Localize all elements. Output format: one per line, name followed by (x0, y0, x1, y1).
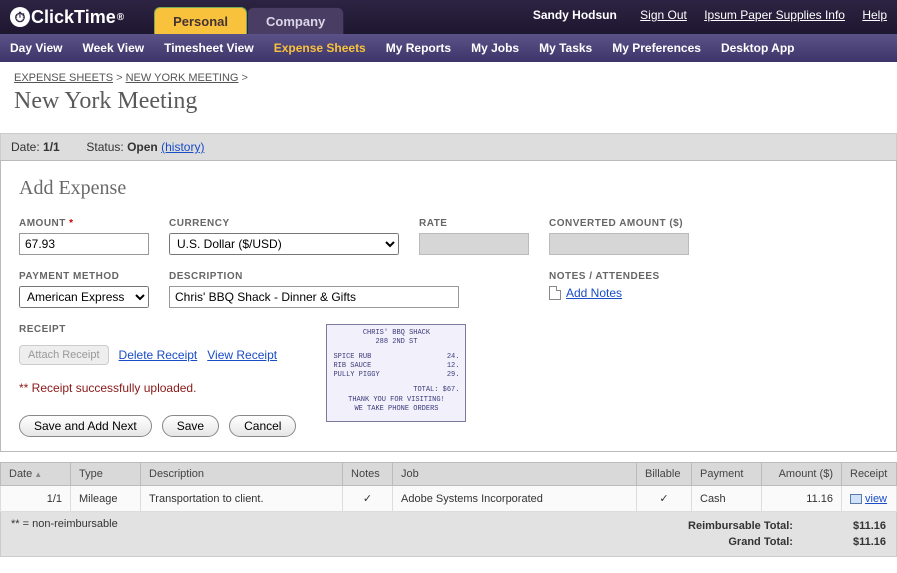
supplies-link[interactable]: Ipsum Paper Supplies Info (704, 8, 845, 22)
add-notes-link[interactable]: Add Notes (566, 286, 622, 300)
save-and-next-button[interactable]: Save and Add Next (19, 415, 152, 437)
converted-display (549, 233, 689, 255)
top-right-links: Sandy Hodsun Sign Out Ipsum Paper Suppli… (533, 8, 887, 22)
table-row[interactable]: 1/1 Mileage Transportation to client. ✓ … (1, 486, 897, 512)
nav-week-view[interactable]: Week View (82, 41, 144, 55)
form-title: Add Expense (19, 177, 878, 200)
description-label: DESCRIPTION (169, 271, 459, 282)
help-link[interactable]: Help (862, 8, 887, 22)
expense-grid: Date▲ Type Description Notes Job Billabl… (0, 462, 897, 512)
tab-personal[interactable]: Personal (154, 7, 247, 34)
history-link[interactable]: (history) (161, 140, 204, 154)
converted-label: CONVERTED AMOUNT ($) (549, 218, 689, 229)
context-tabs: Personal Company (154, 7, 344, 34)
col-description[interactable]: Description (141, 463, 343, 486)
legend: ** = non-reimbursable (11, 518, 118, 550)
nav-my-reports[interactable]: My Reports (386, 41, 451, 55)
tab-company[interactable]: Company (247, 7, 344, 34)
col-type[interactable]: Type (71, 463, 141, 486)
add-expense-panel: Add Expense AMOUNT * CURRENCY U.S. Dolla… (0, 160, 897, 452)
receipt-icon (850, 494, 862, 504)
nav-my-jobs[interactable]: My Jobs (471, 41, 519, 55)
delete-receipt-link[interactable]: Delete Receipt (119, 348, 198, 362)
main-nav: Day View Week View Timesheet View Expens… (0, 34, 897, 62)
breadcrumb: EXPENSE SHEETS > NEW YORK MEETING > (14, 72, 883, 84)
col-payment[interactable]: Payment (692, 463, 762, 486)
grand-value: $11.16 (853, 536, 886, 548)
nav-day-view[interactable]: Day View (10, 41, 62, 55)
nav-expense-sheets[interactable]: Expense Sheets (274, 41, 366, 55)
page-title: New York Meeting (14, 88, 883, 115)
payment-select[interactable]: American Express (19, 286, 149, 308)
receipt-thumbnail[interactable]: CHRIS' BBQ SHACK 288 2ND ST SPICE RUB24.… (326, 324, 466, 422)
view-receipt-row-link[interactable]: view (865, 493, 887, 505)
receipt-label: RECEIPT (19, 324, 296, 335)
currency-label: CURRENCY (169, 218, 399, 229)
col-date[interactable]: Date▲ (1, 463, 71, 486)
payment-label: PAYMENT METHOD (19, 271, 149, 282)
amount-label: AMOUNT * (19, 218, 149, 229)
sort-asc-icon: ▲ (34, 470, 42, 479)
document-icon (549, 286, 561, 300)
breadcrumb-current[interactable]: NEW YORK MEETING (126, 72, 239, 84)
topbar: ⏱ClickTime® Personal Company Sandy Hodsu… (0, 0, 897, 34)
upload-status: ** Receipt successfully uploaded. (19, 381, 296, 395)
attach-receipt-button: Attach Receipt (19, 345, 109, 365)
logo-icon: ⏱ (10, 7, 30, 27)
status-bar: Date: 1/1 Status: Open (history) (0, 133, 897, 160)
rate-display (419, 233, 529, 255)
col-job[interactable]: Job (393, 463, 637, 486)
reimbursable-value: $11.16 (853, 520, 886, 532)
cancel-button[interactable]: Cancel (229, 415, 296, 437)
grand-label: Grand Total: (728, 536, 793, 548)
nav-timesheet-view[interactable]: Timesheet View (164, 41, 254, 55)
col-billable[interactable]: Billable (637, 463, 692, 486)
breadcrumb-root[interactable]: EXPENSE SHEETS (14, 72, 113, 84)
description-input[interactable] (169, 286, 459, 308)
col-receipt[interactable]: Receipt (842, 463, 897, 486)
nav-desktop-app[interactable]: Desktop App (721, 41, 795, 55)
rate-label: RATE (419, 218, 529, 229)
sign-out-link[interactable]: Sign Out (640, 8, 687, 22)
currency-select[interactable]: U.S. Dollar ($/USD) (169, 233, 399, 255)
col-notes[interactable]: Notes (343, 463, 393, 486)
col-amount[interactable]: Amount ($) (762, 463, 842, 486)
notes-label: NOTES / ATTENDEES (549, 271, 660, 282)
save-button[interactable]: Save (162, 415, 219, 437)
grid-footer: ** = non-reimbursable Reimbursable Total… (0, 512, 897, 557)
username: Sandy Hodsun (533, 8, 617, 22)
nav-my-tasks[interactable]: My Tasks (539, 41, 592, 55)
nav-my-preferences[interactable]: My Preferences (612, 41, 701, 55)
brand-logo: ⏱ClickTime® (10, 7, 124, 28)
reimbursable-label: Reimbursable Total: (688, 520, 793, 532)
amount-input[interactable] (19, 233, 149, 255)
view-receipt-link[interactable]: View Receipt (207, 348, 277, 362)
